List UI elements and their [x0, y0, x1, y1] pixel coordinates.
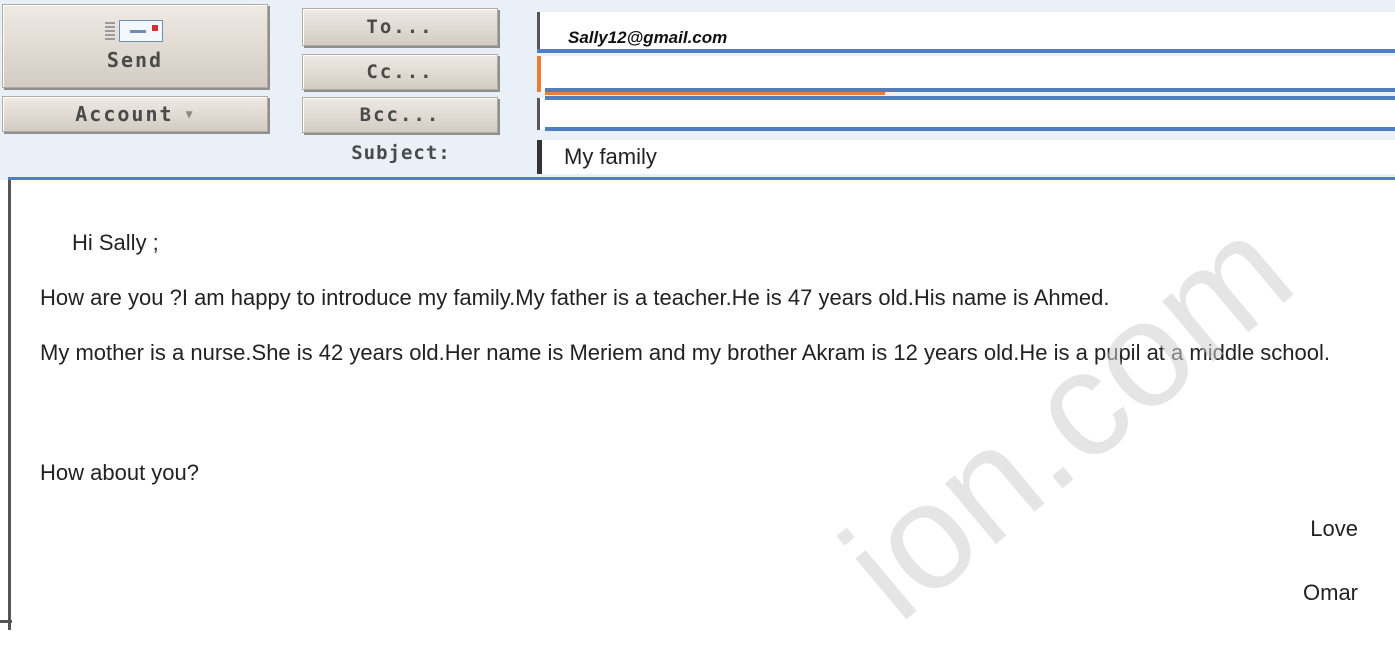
subject-label: Subject:	[351, 142, 451, 164]
cc-button-label: Cc...	[366, 61, 434, 83]
envelope-icon	[105, 20, 165, 42]
message-paragraph-1: How are you ?I am happy to introduce my …	[40, 285, 1110, 310]
message-signature: Omar	[1303, 580, 1358, 605]
to-button[interactable]: To...	[302, 8, 498, 46]
body-left-tick	[0, 620, 12, 623]
bcc-button[interactable]: Bcc...	[302, 97, 498, 133]
message-paragraph-2: My mother is a nurse.She is 42 years old…	[40, 340, 1330, 365]
to-underline	[537, 49, 1395, 53]
to-button-label: To...	[366, 16, 434, 38]
message-greeting: Hi Sally ;	[72, 230, 159, 255]
cc-field[interactable]	[537, 56, 1395, 92]
account-button[interactable]: Account ▼	[2, 96, 268, 132]
bcc-field[interactable]	[537, 98, 1395, 130]
send-button-label: Send	[106, 48, 164, 72]
to-field[interactable]: Sally12@gmail.com	[537, 12, 1395, 52]
account-button-label: Account	[75, 102, 174, 126]
subject-field[interactable]: My family	[537, 140, 1395, 174]
subject-field-value: My family	[564, 144, 657, 169]
bcc-underline	[545, 127, 1395, 131]
to-field-value: Sally12@gmail.com	[568, 28, 728, 47]
message-body[interactable]	[0, 180, 1395, 630]
cc-button[interactable]: Cc...	[302, 54, 498, 90]
message-paragraph-3: How about you?	[40, 460, 199, 485]
bcc-button-label: Bcc...	[359, 104, 441, 126]
bcc-top-line	[545, 96, 1395, 100]
send-button[interactable]: Send	[2, 4, 268, 88]
body-left-border	[8, 180, 11, 630]
message-closing: Love	[1310, 516, 1358, 541]
cc-orange-underline	[545, 92, 885, 95]
chevron-down-icon: ▼	[185, 107, 195, 121]
